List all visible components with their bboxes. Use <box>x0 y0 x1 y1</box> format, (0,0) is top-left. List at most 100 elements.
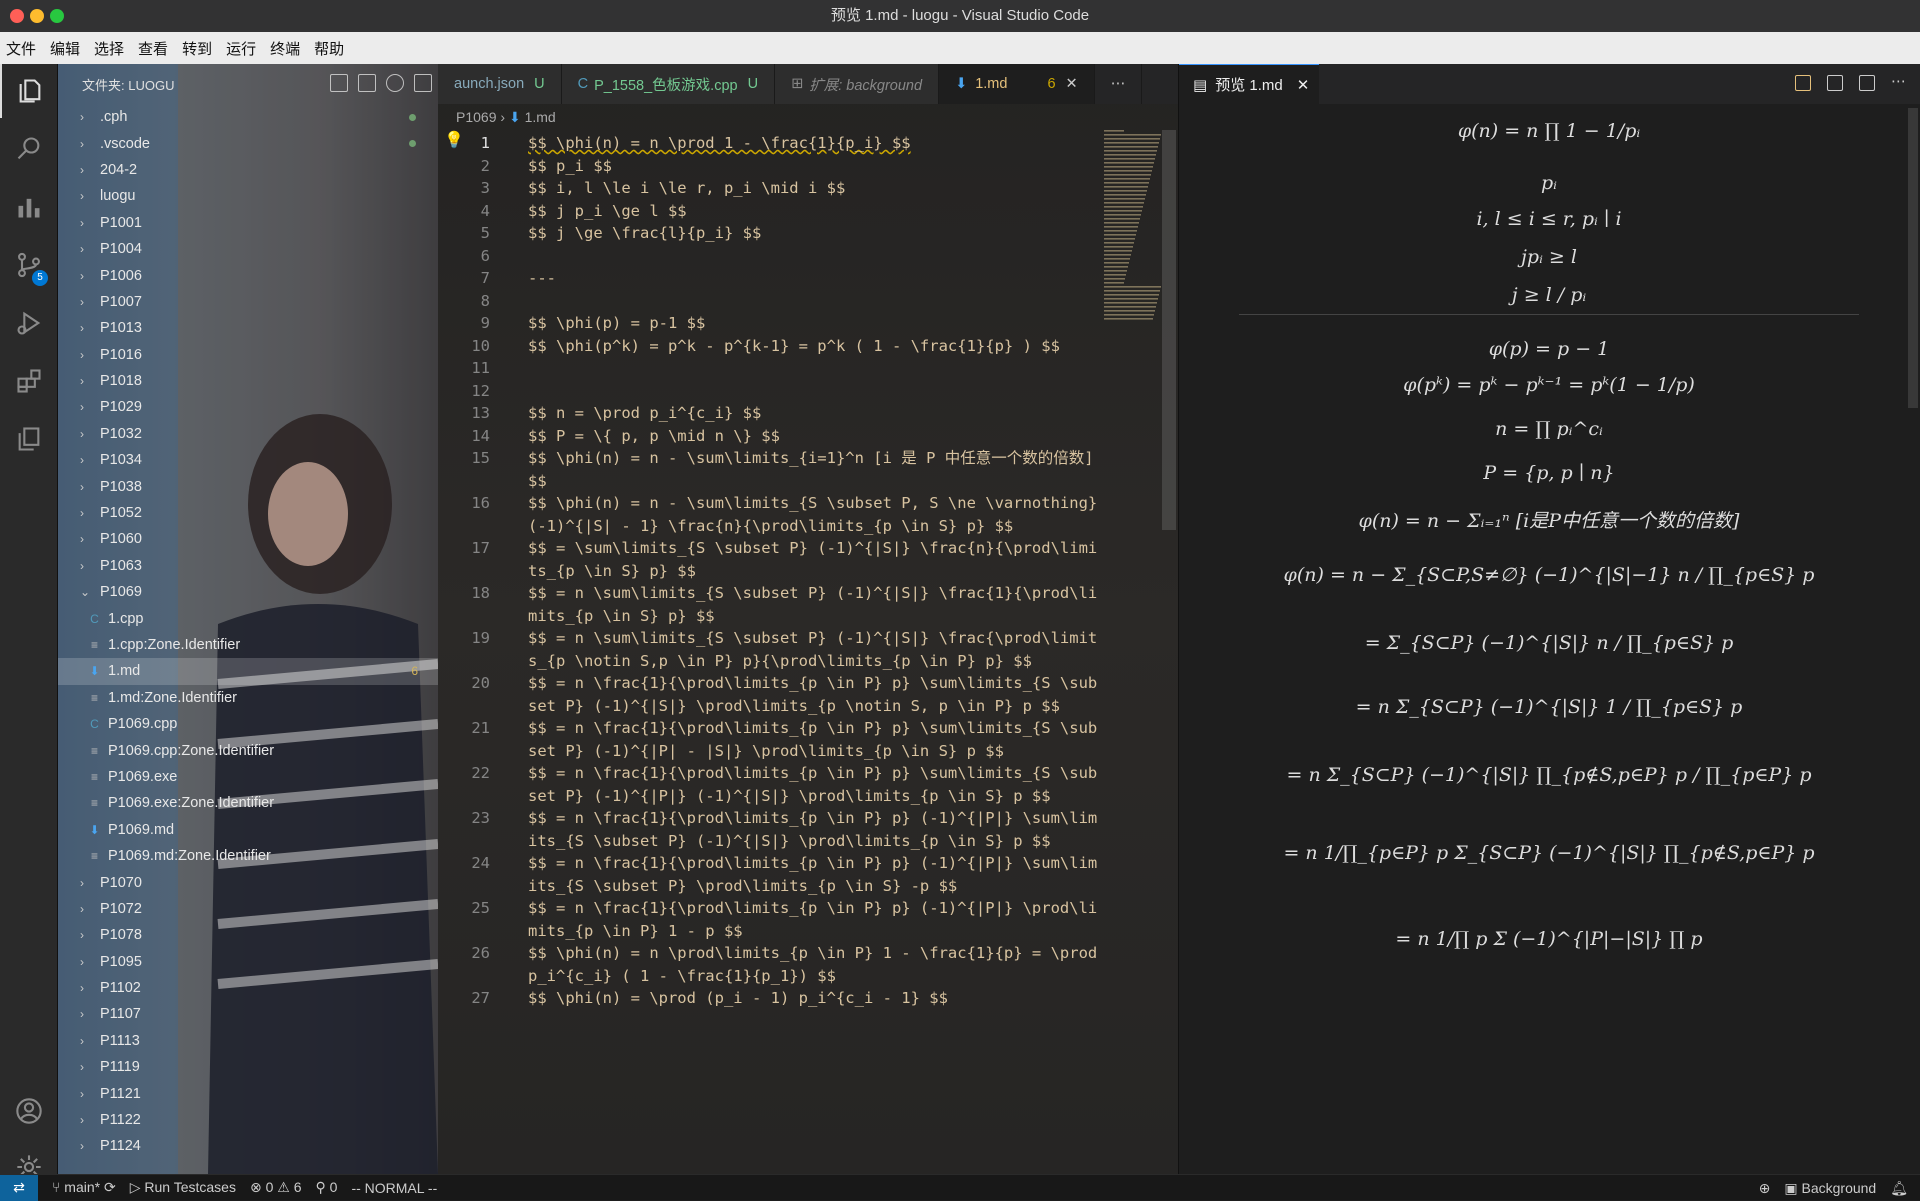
code-line[interactable]: 4 $$ j p_i \ge l $$ <box>438 200 1102 223</box>
folder-item[interactable]: › P1072 <box>58 896 438 922</box>
zoom-icon[interactable]: ⊕ <box>1759 1180 1771 1197</box>
more-actions-icon[interactable]: ⋯ <box>1094 64 1143 104</box>
stats-icon[interactable] <box>0 180 58 234</box>
folder-item[interactable]: › P1107 <box>58 1001 438 1027</box>
tab-1-md[interactable]: ⬇ 1.md 6 ✕ <box>939 64 1095 104</box>
menu-item[interactable]: 选择 <box>94 38 124 59</box>
menu-item[interactable]: 运行 <box>226 38 256 59</box>
file-item[interactable]: ≡ 1.cpp:Zone.Identifier <box>58 632 438 658</box>
code-line[interactable]: 8 <box>438 290 1102 313</box>
code-line[interactable]: 26 $$ \phi(n) = n \prod\limits_{p \in P} … <box>438 942 1102 987</box>
run-debug-icon[interactable] <box>0 296 58 350</box>
runner-icon[interactable] <box>1795 75 1811 91</box>
tab-preview[interactable]: ▤ 预览 1.md ✕ <box>1179 64 1319 104</box>
folder-item[interactable]: › P1029 <box>58 394 438 420</box>
code-line[interactable]: 16 $$ \phi(n) = n - \sum\limits_{S \subse… <box>438 492 1102 537</box>
close-tab-icon[interactable]: ✕ <box>1297 76 1310 94</box>
folder-item[interactable]: › .cph <box>58 104 438 130</box>
menu-item[interactable]: 文件 <box>6 38 36 59</box>
code-line[interactable]: 20 $$ = n \frac{1}{\prod\limits_{p \in P}… <box>438 672 1102 717</box>
menu-item[interactable]: 转到 <box>182 38 212 59</box>
source-control-icon[interactable]: 5 <box>0 238 58 292</box>
split-editor-icon[interactable] <box>1859 75 1875 91</box>
folder-item[interactable]: › .vscode <box>58 130 438 156</box>
folder-item[interactable]: › P1006 <box>58 262 438 288</box>
code-line[interactable]: 15 $$ \phi(n) = n - \sum\limits_{i=1}^n [… <box>438 447 1102 492</box>
tab-launch-json[interactable]: aunch.json U <box>438 64 562 104</box>
code-line[interactable]: 12 <box>438 380 1102 403</box>
minimize-window-button[interactable] <box>30 9 44 23</box>
new-file-icon[interactable] <box>330 74 348 92</box>
minimap[interactable] <box>1102 130 1162 410</box>
folder-item[interactable]: › P1119 <box>58 1054 438 1080</box>
file-item[interactable]: ⬇ 1.md 6 <box>58 658 438 685</box>
folder-item[interactable]: › P1001 <box>58 210 438 236</box>
preview-scrollbar[interactable] <box>1908 108 1918 408</box>
folder-item[interactable]: › P1013 <box>58 315 438 341</box>
file-item[interactable]: ≡ P1069.md:Zone.Identifier <box>58 843 438 869</box>
tab-extension-background[interactable]: ⊞ 扩展: background <box>775 64 940 104</box>
lightbulb-icon[interactable]: 💡 <box>444 130 464 150</box>
code-line[interactable]: 22 $$ = n \frac{1}{\prod\limits_{p \in P}… <box>438 762 1102 807</box>
menu-item[interactable]: 终端 <box>270 38 300 59</box>
explorer-icon[interactable] <box>0 64 58 118</box>
file-item[interactable]: ⬇ P1069.md <box>58 817 438 843</box>
close-tab-icon[interactable]: ✕ <box>1066 76 1078 92</box>
code-line[interactable]: 1 $$ \phi(n) = n \prod 1 - \frac{1}{p_i} … <box>438 132 1102 155</box>
code-editor[interactable]: 1 $$ \phi(n) = n \prod 1 - \frac{1}{p_i} … <box>438 132 1102 1010</box>
code-line[interactable]: 6 <box>438 245 1102 268</box>
code-line[interactable]: 5 $$ j \ge \frac{l}{p_i} $$ <box>438 222 1102 245</box>
folder-item[interactable]: › P1018 <box>58 368 438 394</box>
breadcrumb[interactable]: P1069 › ⬇ 1.md <box>438 104 1178 130</box>
code-line[interactable]: 11 <box>438 357 1102 380</box>
code-line[interactable]: 23 $$ = n \frac{1}{\prod\limits_{p \in P}… <box>438 807 1102 852</box>
tab-cpp[interactable]: C P_1558_色板游戏.cpp U <box>561 64 776 104</box>
menu-item[interactable]: 编辑 <box>50 38 80 59</box>
folder-item[interactable]: › P1113 <box>58 1028 438 1054</box>
folder-item[interactable]: › P1032 <box>58 421 438 447</box>
code-line[interactable]: 21 $$ = n \frac{1}{\prod\limits_{p \in P}… <box>438 717 1102 762</box>
ports-indicator[interactable]: ⚲ 0 <box>315 1179 337 1196</box>
folder-item[interactable]: › P1063 <box>58 553 438 579</box>
folder-item[interactable]: › P1121 <box>58 1080 438 1106</box>
folder-item[interactable]: › P1004 <box>58 236 438 262</box>
menu-item[interactable]: 帮助 <box>314 38 344 59</box>
code-line[interactable]: 10 $$ \phi(p^k) = p^k - p^{k-1} = p^k ( 1… <box>438 335 1102 358</box>
folder-item[interactable]: › P1078 <box>58 922 438 948</box>
background-button[interactable]: ▣ Background <box>1784 1180 1876 1197</box>
remote-icon[interactable]: ⇄ <box>0 1174 38 1201</box>
run-testcases-button[interactable]: ▷ Run Testcases <box>130 1179 236 1196</box>
notifications-icon[interactable]: 🔔︎ <box>1890 1180 1908 1197</box>
folder-item[interactable]: › P1124 <box>58 1133 438 1159</box>
problems-indicator[interactable]: ⊗ 0 ⚠ 6 <box>250 1179 302 1196</box>
branch-indicator[interactable]: ⑂ main* ⟳ <box>52 1179 116 1196</box>
folder-item[interactable]: › P1016 <box>58 342 438 368</box>
file-item[interactable]: ≡ P1069.exe <box>58 764 438 790</box>
more-actions-icon[interactable]: ⋯ <box>1891 74 1907 91</box>
file-item[interactable]: ≡ P1069.exe:Zone.Identifier <box>58 790 438 816</box>
folder-item[interactable]: › P1052 <box>58 500 438 526</box>
file-item[interactable]: C 1.cpp <box>58 605 438 631</box>
code-line[interactable]: 25 $$ = n \frac{1}{\prod\limits_{p \in P}… <box>438 897 1102 942</box>
close-window-button[interactable] <box>10 9 24 23</box>
account-icon[interactable] <box>0 1084 58 1138</box>
folder-item[interactable]: › P1038 <box>58 473 438 499</box>
code-line[interactable]: 3 $$ i, l \le i \le r, p_i \mid i $$ <box>438 177 1102 200</box>
collapse-all-icon[interactable] <box>414 74 432 92</box>
search-icon[interactable] <box>0 122 58 176</box>
code-line[interactable]: 27 $$ \phi(n) = \prod (p_i - 1) p_i^{c_i … <box>438 987 1102 1010</box>
folder-item[interactable]: › P1095 <box>58 949 438 975</box>
code-line[interactable]: 13 $$ n = \prod p_i^{c_i} $$ <box>438 402 1102 425</box>
folder-item[interactable]: › P1102 <box>58 975 438 1001</box>
open-source-icon[interactable] <box>1827 75 1843 91</box>
code-line[interactable]: 9 $$ \phi(p) = p-1 $$ <box>438 312 1102 335</box>
file-item[interactable]: ≡ 1.md:Zone.Identifier <box>58 685 438 711</box>
folder-item[interactable]: › P1070 <box>58 869 438 895</box>
refresh-icon[interactable] <box>386 74 404 92</box>
folder-item[interactable]: › luogu <box>58 183 438 209</box>
folder-item[interactable]: › P1034 <box>58 447 438 473</box>
file-item[interactable]: C P1069.cpp <box>58 711 438 737</box>
code-line[interactable]: 24 $$ = n \frac{1}{\prod\limits_{p \in P}… <box>438 852 1102 897</box>
extensions-icon[interactable] <box>0 354 58 408</box>
code-line[interactable]: 18 $$ = n \sum\limits_{S \subset P} (-1)^… <box>438 582 1102 627</box>
